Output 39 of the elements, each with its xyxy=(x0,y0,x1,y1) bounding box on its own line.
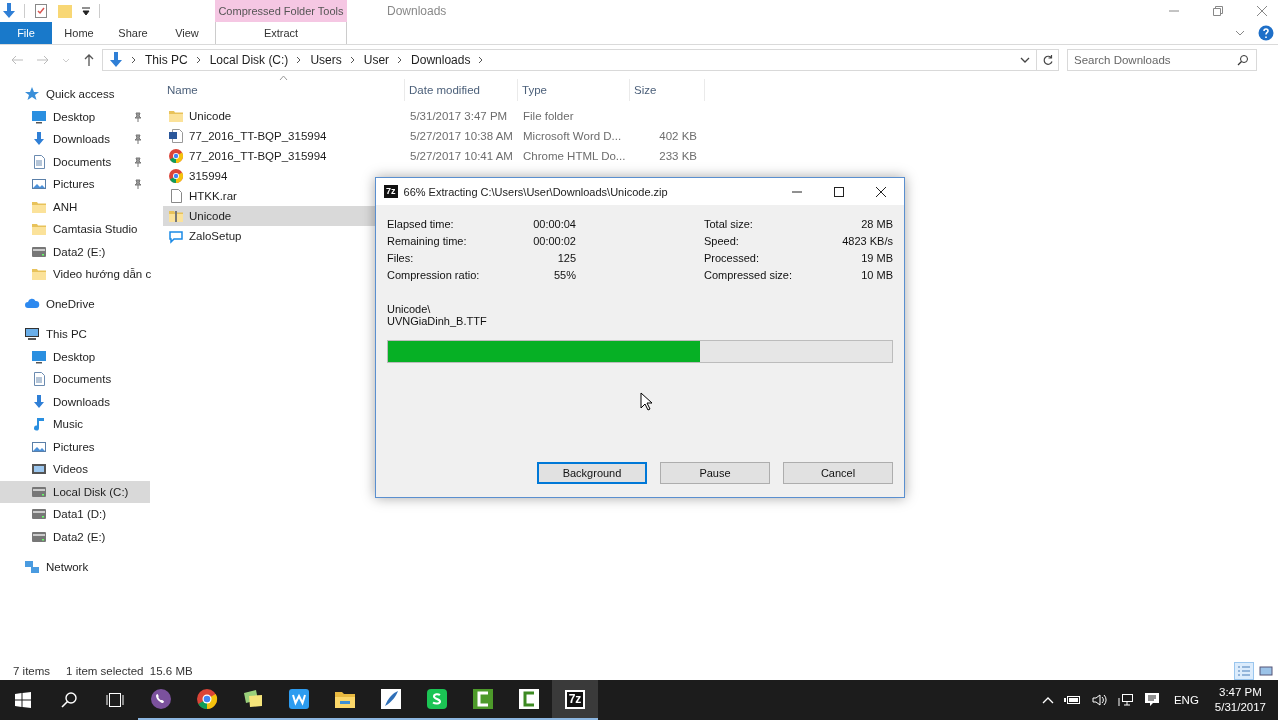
file-name: HTKK.rar xyxy=(189,190,237,202)
stat-value: 125 xyxy=(557,251,576,264)
file-name: 77_2016_TT-BQP_315994 xyxy=(189,130,327,142)
file-name: Unicode xyxy=(189,110,232,122)
stat-label: Compressed size: xyxy=(704,268,793,281)
date-cell: 5/31/2017 3:47 PM xyxy=(410,110,508,122)
file-name: 77_2016_TT-BQP_315994 xyxy=(189,150,327,162)
stat-value: 00:00:02 xyxy=(533,234,576,247)
file-name: Unicode xyxy=(189,210,232,222)
date-cell: 5/27/2017 10:38 AM xyxy=(410,130,513,142)
size-cell: 233 KB xyxy=(659,150,697,162)
stat-value: 55% xyxy=(553,268,576,281)
stat-label: Elapsed time: xyxy=(387,217,454,230)
archiver-logo: 7z xyxy=(384,185,398,198)
stat-value: 10 MB xyxy=(861,268,893,281)
stat-label: Files: xyxy=(387,251,414,264)
stat-value: 19 MB xyxy=(861,251,893,264)
stat-label: Processed: xyxy=(704,251,760,264)
type-cell: File folder xyxy=(523,110,574,122)
file-name: ZaloSetup xyxy=(189,230,242,242)
stat-label: Compression ratio: xyxy=(387,268,480,281)
window-title: Downloads xyxy=(387,4,447,18)
file-name: 315994 xyxy=(189,170,228,182)
type-cell: Chrome HTML Do... xyxy=(523,150,626,162)
stat-label: Remaining time: xyxy=(387,234,467,247)
size-cell: 402 KB xyxy=(659,130,697,142)
stat-value: 00:00:04 xyxy=(533,217,576,230)
current-file-path: Unicode\ xyxy=(387,303,432,315)
stat-label: Speed: xyxy=(704,234,739,247)
selection-info: 1 item selected 15.6 MB xyxy=(66,665,193,677)
dialog-title: 66% Extracting C:\Users\User\Downloads\Unicode.zip xyxy=(403,185,668,198)
stat-value: 4823 KB/s xyxy=(842,234,893,247)
contextual-tab-group: Compressed Folder Tools xyxy=(215,0,347,22)
date-cell: 5/27/2017 10:41 AM xyxy=(410,150,513,162)
type-cell: Microsoft Word D... xyxy=(523,130,622,142)
current-file-path: UVNGiaDinh_B.TTF xyxy=(387,315,488,327)
stat-value: 28 MB xyxy=(861,217,893,230)
stat-label: Total size: xyxy=(704,217,753,230)
item-count: 7 items xyxy=(13,665,51,677)
